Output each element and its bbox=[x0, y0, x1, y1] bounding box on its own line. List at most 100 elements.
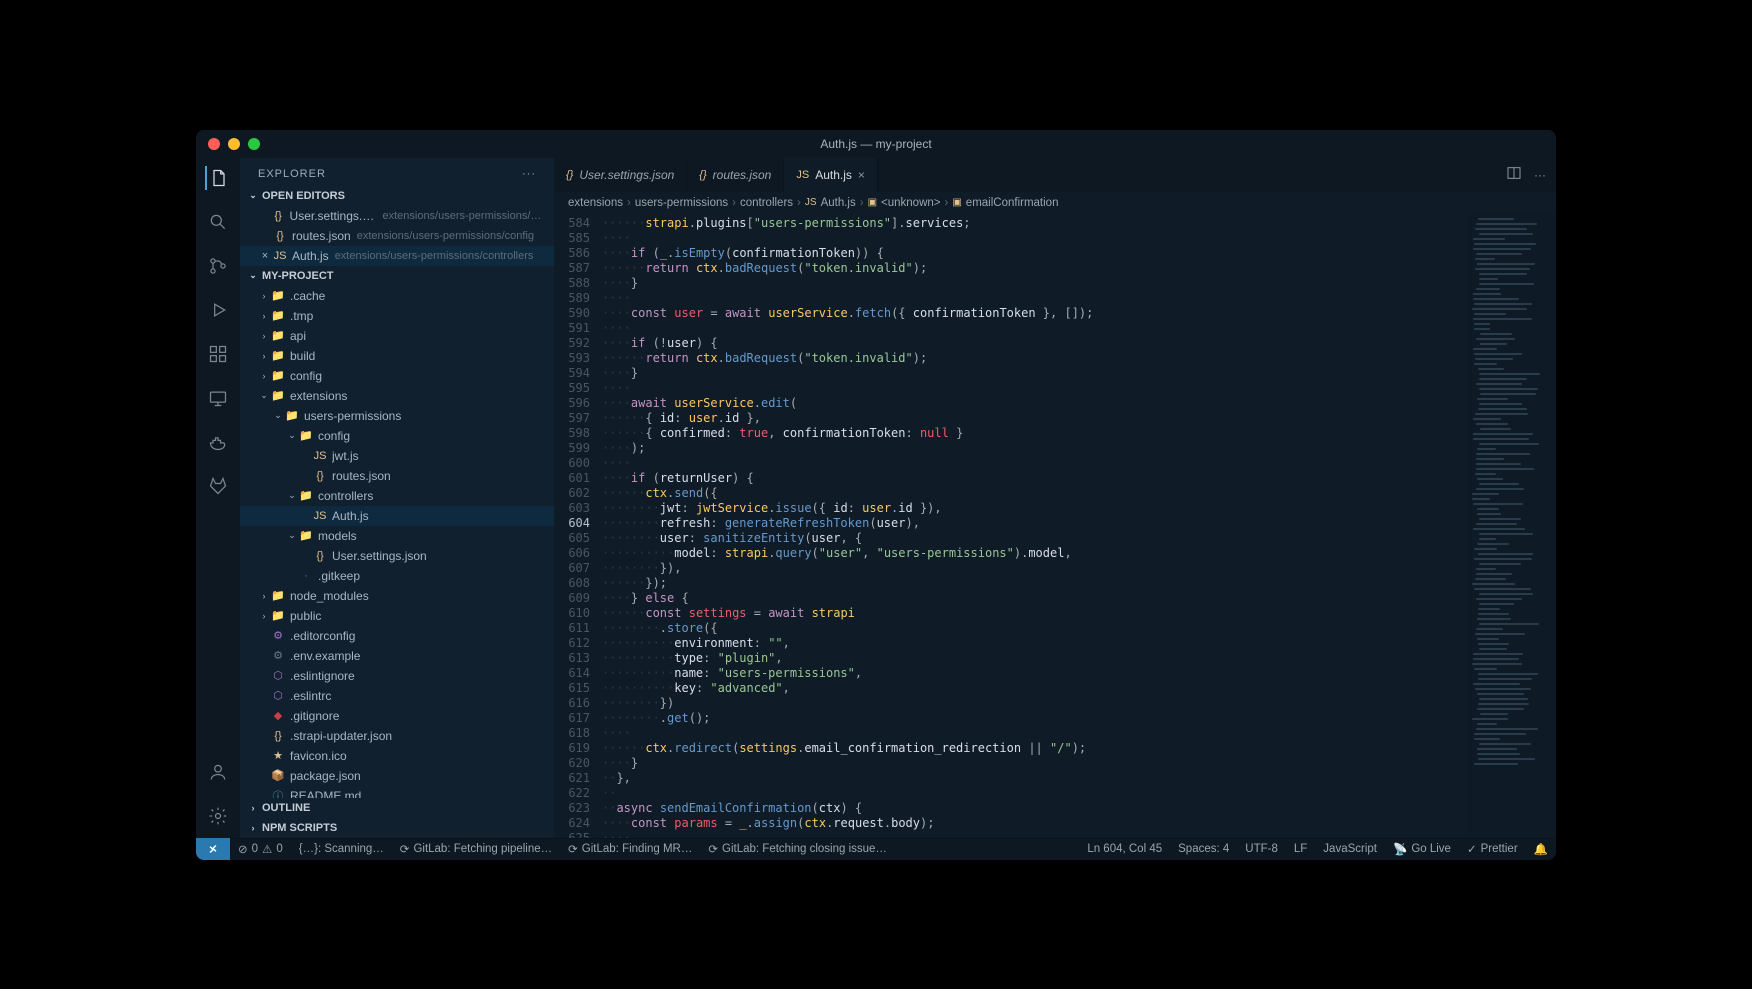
tree-item[interactable]: ⓘ README.md bbox=[240, 786, 554, 798]
tree-item[interactable]: ⚙ .editorconfig bbox=[240, 626, 554, 646]
file-path: extensions/users-permissions/config bbox=[357, 230, 534, 242]
open-editor-item[interactable]: × JS Auth.js extensions/users-permission… bbox=[240, 246, 554, 266]
tree-item[interactable]: › 📁 build bbox=[240, 346, 554, 366]
file-label: jwt.js bbox=[332, 449, 359, 463]
tree-item[interactable]: › 📁 api bbox=[240, 326, 554, 346]
breadcrumb-item[interactable]: controllers bbox=[740, 197, 793, 209]
chevron-icon: ⌄ bbox=[286, 530, 298, 541]
gitlab-pipeline-status[interactable]: ⟳GitLab: Fetching pipeline… bbox=[392, 842, 560, 856]
tree-item[interactable]: ⬡ .eslintignore bbox=[240, 666, 554, 686]
chevron-icon: › bbox=[258, 311, 270, 321]
tree-item[interactable]: › 📁 .cache bbox=[240, 286, 554, 306]
editor-tab[interactable]: JS Auth.js × bbox=[784, 158, 878, 192]
breadcrumb-item[interactable]: emailConfirmation bbox=[966, 197, 1059, 209]
open-editors-header[interactable]: ⌄ OPEN EDITORS bbox=[240, 186, 554, 206]
file-label: .tmp bbox=[290, 309, 313, 323]
minimap[interactable] bbox=[1466, 214, 1556, 838]
tree-item[interactable]: ⬡ .eslintrc bbox=[240, 686, 554, 706]
tab-label: routes.json bbox=[713, 168, 772, 182]
tree-item[interactable]: JS jwt.js bbox=[240, 446, 554, 466]
indentation[interactable]: Spaces: 4 bbox=[1170, 843, 1237, 855]
file-name: User.settings.json bbox=[290, 209, 377, 223]
breadcrumbs[interactable]: extensions›users-permissions›controllers… bbox=[554, 192, 1556, 214]
tree-item[interactable]: ⚙ .env.example bbox=[240, 646, 554, 666]
open-editor-item[interactable]: {} routes.json extensions/users-permissi… bbox=[240, 226, 554, 246]
accounts-icon[interactable] bbox=[206, 760, 230, 784]
file-label: .gitignore bbox=[290, 709, 339, 723]
language-mode[interactable]: JavaScript bbox=[1315, 843, 1385, 855]
source-control-icon[interactable] bbox=[206, 254, 230, 278]
open-editor-item[interactable]: {} User.settings.json extensions/users-p… bbox=[240, 206, 554, 226]
eol[interactable]: LF bbox=[1286, 843, 1315, 855]
breadcrumb-item[interactable]: Auth.js bbox=[821, 197, 856, 209]
file-label: .editorconfig bbox=[290, 629, 355, 643]
tree-item[interactable]: {} .strapi-updater.json bbox=[240, 726, 554, 746]
breadcrumb-item[interactable]: users-permissions bbox=[635, 197, 728, 209]
tree-item[interactable]: 📦 package.json bbox=[240, 766, 554, 786]
tree-item[interactable]: ⌄ 📁 users-permissions bbox=[240, 406, 554, 426]
gitlab-mr-status[interactable]: ⟳GitLab: Finding MR… bbox=[560, 842, 700, 856]
editor-tab[interactable]: {} User.settings.json bbox=[554, 158, 687, 192]
editor-tab[interactable]: {} routes.json bbox=[687, 158, 784, 192]
file-icon: JS bbox=[796, 169, 809, 181]
file-label: Auth.js bbox=[332, 509, 369, 523]
remote-explorer-icon[interactable] bbox=[206, 386, 230, 410]
extensions-icon[interactable] bbox=[206, 342, 230, 366]
file-label: package.json bbox=[290, 769, 361, 783]
tree-item[interactable]: › 📁 .tmp bbox=[240, 306, 554, 326]
cursor-position[interactable]: Ln 604, Col 45 bbox=[1079, 843, 1170, 855]
close-icon[interactable]: × bbox=[858, 168, 865, 182]
gitlab-icon[interactable] bbox=[206, 474, 230, 498]
breadcrumb-icon: ▣ bbox=[868, 197, 877, 208]
tree-item[interactable]: ⌄ 📁 controllers bbox=[240, 486, 554, 506]
file-icon: 📁 bbox=[298, 529, 314, 542]
remote-button[interactable] bbox=[196, 838, 230, 860]
file-label: .env.example bbox=[290, 649, 360, 663]
close-icon[interactable]: × bbox=[258, 250, 272, 262]
tree-item[interactable]: ⌄ 📁 extensions bbox=[240, 386, 554, 406]
tabs-row: {} User.settings.json {} routes.json JS … bbox=[554, 158, 1556, 192]
file-icon: JS bbox=[272, 250, 288, 262]
tree-item[interactable]: ⌄ 📁 config bbox=[240, 426, 554, 446]
tree-item[interactable]: › 📁 node_modules bbox=[240, 586, 554, 606]
npm-scripts-header[interactable]: › NPM SCRIPTS bbox=[240, 818, 554, 838]
titlebar: Auth.js — my-project bbox=[196, 130, 1556, 158]
chevron-icon: ⌄ bbox=[272, 410, 284, 421]
tree-item[interactable]: JS Auth.js bbox=[240, 506, 554, 526]
maximize-window-icon[interactable] bbox=[248, 138, 260, 150]
minimize-window-icon[interactable] bbox=[228, 138, 240, 150]
tree-item[interactable]: · .gitkeep bbox=[240, 566, 554, 586]
code-editor[interactable]: ······strapi.plugins["users-permissions"… bbox=[602, 214, 1466, 838]
scanning-status[interactable]: {…}: Scanning… bbox=[291, 843, 392, 855]
explorer-icon[interactable] bbox=[205, 166, 229, 190]
encoding[interactable]: UTF-8 bbox=[1237, 843, 1286, 855]
close-window-icon[interactable] bbox=[208, 138, 220, 150]
file-icon: {} bbox=[699, 169, 706, 181]
file-icon: {} bbox=[566, 169, 573, 181]
tree-item[interactable]: › 📁 config bbox=[240, 366, 554, 386]
problems-button[interactable]: ⊘0 ⚠0 bbox=[230, 842, 291, 856]
file-icon: 📁 bbox=[270, 369, 286, 382]
tree-item[interactable]: ◆ .gitignore bbox=[240, 706, 554, 726]
status-bar: ⊘0 ⚠0 {…}: Scanning… ⟳GitLab: Fetching p… bbox=[196, 838, 1556, 860]
project-header[interactable]: ⌄ MY-PROJECT bbox=[240, 266, 554, 286]
tree-item[interactable]: › 📁 public bbox=[240, 606, 554, 626]
go-live-button[interactable]: 📡Go Live bbox=[1385, 842, 1459, 856]
breadcrumb-item[interactable]: <unknown> bbox=[881, 197, 940, 209]
debug-icon[interactable] bbox=[206, 298, 230, 322]
tree-item[interactable]: {} routes.json bbox=[240, 466, 554, 486]
gitlab-issue-status[interactable]: ⟳GitLab: Fetching closing issue… bbox=[700, 842, 895, 856]
docker-icon[interactable] bbox=[206, 430, 230, 454]
notifications-icon[interactable]: 🔔 bbox=[1526, 842, 1556, 856]
outline-header[interactable]: › OUTLINE bbox=[240, 798, 554, 818]
settings-icon[interactable] bbox=[206, 804, 230, 828]
more-icon[interactable]: ··· bbox=[522, 168, 536, 180]
more-icon[interactable]: ··· bbox=[1534, 168, 1546, 182]
prettier-status[interactable]: ✓Prettier bbox=[1459, 842, 1526, 856]
split-editor-icon[interactable] bbox=[1506, 165, 1522, 184]
breadcrumb-item[interactable]: extensions bbox=[568, 197, 623, 209]
tree-item[interactable]: {} User.settings.json bbox=[240, 546, 554, 566]
tree-item[interactable]: ⌄ 📁 models bbox=[240, 526, 554, 546]
tree-item[interactable]: ★ favicon.ico bbox=[240, 746, 554, 766]
search-icon[interactable] bbox=[206, 210, 230, 234]
